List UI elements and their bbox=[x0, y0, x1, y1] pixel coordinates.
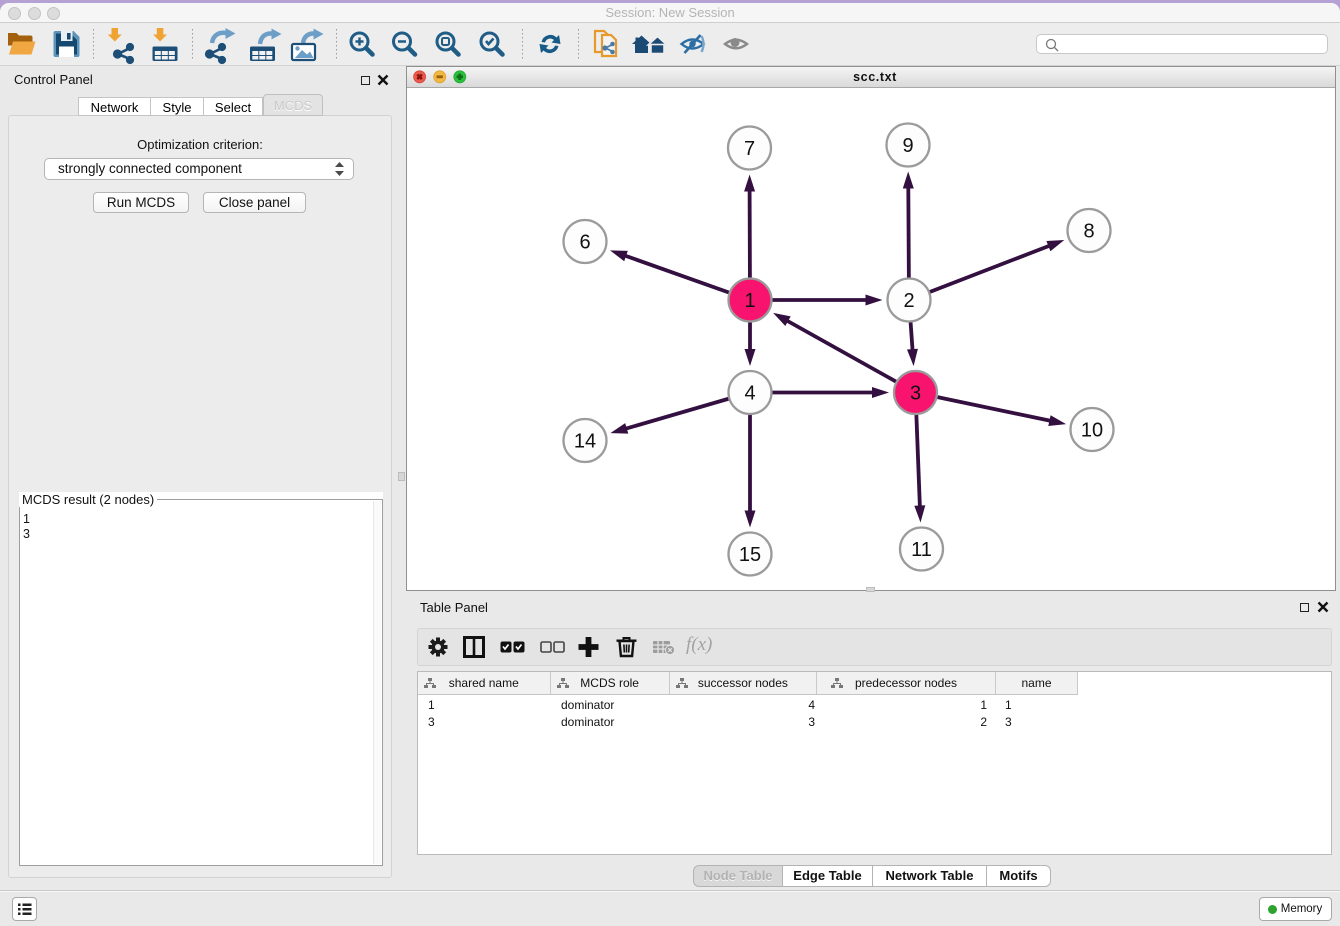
svg-text:11: 11 bbox=[911, 539, 932, 561]
svg-text:9: 9 bbox=[902, 135, 913, 157]
svg-text:2: 2 bbox=[903, 290, 914, 312]
svg-text:4: 4 bbox=[744, 382, 755, 404]
svg-text:3: 3 bbox=[910, 382, 921, 404]
svg-text:6: 6 bbox=[579, 231, 590, 253]
svg-text:14: 14 bbox=[574, 430, 596, 452]
svg-text:15: 15 bbox=[739, 544, 761, 566]
svg-text:10: 10 bbox=[1081, 419, 1103, 441]
svg-text:7: 7 bbox=[744, 138, 755, 160]
svg-text:1: 1 bbox=[744, 290, 755, 312]
svg-text:8: 8 bbox=[1083, 220, 1094, 242]
